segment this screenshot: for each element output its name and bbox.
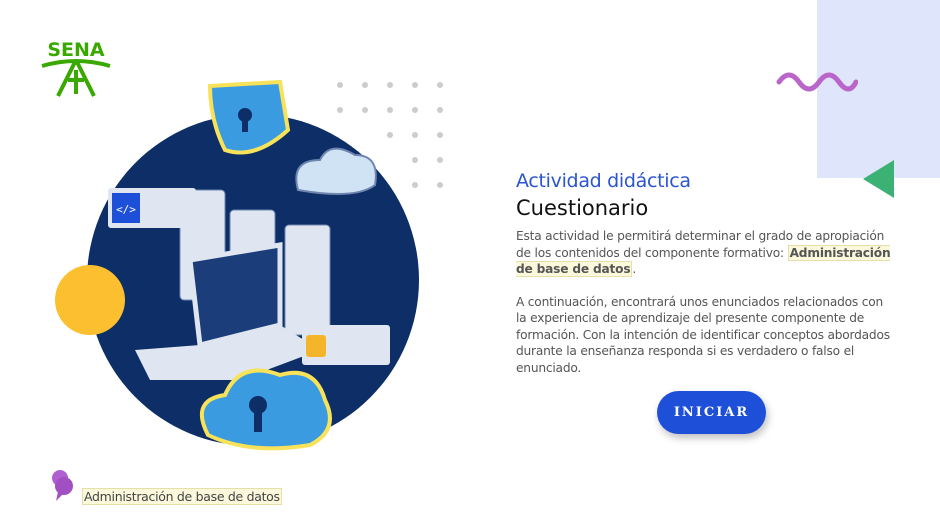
svg-text:SENA: SENA	[47, 39, 105, 61]
instructions-paragraph: A continuación, encontrará unos enunciad…	[516, 294, 890, 375]
yellow-circle	[55, 265, 125, 335]
database-illustration: </>	[55, 79, 443, 451]
svg-text:</>: </>	[116, 203, 136, 216]
start-button[interactable]: INICIAR	[657, 391, 766, 434]
activity-subtitle: Actividad didáctica	[516, 170, 691, 192]
activity-description: Actividad didáctica Cuestionario Esta ac…	[516, 170, 896, 376]
course-name-label: Administración de base de datos	[82, 488, 282, 505]
activity-title: Cuestionario	[516, 196, 649, 220]
intro-suffix: .	[632, 262, 637, 276]
wave-decoration-icon	[776, 72, 858, 92]
pushpin-icon	[52, 470, 73, 501]
intro-paragraph: Esta actividad le permitirá determinar e…	[516, 228, 896, 278]
